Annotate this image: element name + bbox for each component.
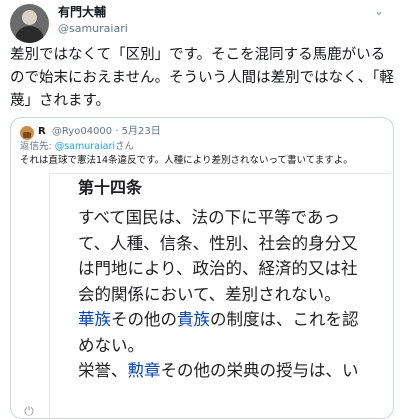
image-margin: ⏻ [11, 173, 48, 418]
quoted-tweet[interactable]: R @Ryo04000 · 5月23日 返信先: @samuraiariさん そ… [10, 117, 394, 419]
document-line: て、人種、信条、性別、社会的身分又 [78, 231, 383, 257]
document-line: 会的関係において、差別されない。 [78, 282, 383, 308]
quoted-user-name: R [38, 126, 46, 137]
document-line: は門地により、政治的、経済的又は社 [78, 256, 383, 282]
document-title: 第十四条 [78, 178, 143, 197]
quoted-user-handle: @Ryo04000 [51, 126, 113, 137]
avatar-body [15, 26, 44, 43]
document-body: すべて国民は、法の下に平等であっ て、人種、信条、性別、社会的身分又 は門地により、… [78, 205, 383, 384]
document-text: は門地により、政治的、経済的又は社 [78, 259, 358, 278]
tweet-text: 差別ではなくて「区別」です。そこを混同する馬鹿がいるので始末におえません。そうい… [10, 47, 394, 109]
tweet: 有門大輔 @samuraiari ⌄ 差別ではなくて「区別」です。そこを混同する… [0, 0, 401, 419]
document-link[interactable]: 貴族 [177, 310, 210, 329]
document-line: 栄誉、勲章その他の栄典の授与は、い [78, 358, 383, 384]
document-text: 栄誉、 [78, 361, 128, 380]
user-name[interactable]: 有門大輔 [58, 4, 106, 20]
reply-prefix: 返信先: [20, 141, 55, 152]
document-link[interactable]: 勲章 [128, 361, 161, 380]
document-link[interactable]: 華族 [78, 310, 111, 329]
attached-image-document[interactable]: 第十四条 すべて国民は、法の下に平等であっ て、人種、信条、性別、社会的身分又 は門… [49, 173, 390, 418]
quoted-text: それは直球で憲法14条違反です。人種により差別されないって書いてますよ。 [20, 155, 353, 166]
document-text: の制度は、これを認 [210, 310, 359, 329]
avatar-head [22, 10, 37, 25]
document-text: その他の栄典の授与は、い [160, 361, 359, 380]
document-text: て、人種、信条、性別、社会的身分又 [78, 233, 358, 253]
reply-mention-link[interactable]: @samuraiari [55, 141, 115, 152]
quoted-header: R @Ryo04000 · 5月23日 [38, 125, 161, 139]
document-line: 華族その他の貴族の制度は、これを認 [78, 307, 383, 333]
document-text: 会的関係において、差別されない。 [78, 284, 341, 304]
avatar[interactable] [10, 4, 49, 43]
quoted-avatar [20, 126, 34, 140]
quoted-date: · 5月23日 [115, 126, 161, 137]
reply-to: 返信先: @samuraiariさん [20, 140, 134, 153]
document-text: すべて国民は、法の下に平等であっ [78, 208, 341, 227]
document-line: めない。 [78, 333, 383, 359]
reply-suffix: さん [115, 141, 135, 152]
document-text: その他の [111, 310, 177, 329]
chevron-down-icon[interactable]: ⌄ [368, 2, 390, 20]
document-text: めない。 [78, 335, 144, 355]
power-icon: ⏻ [24, 404, 34, 418]
document-line: すべて国民は、法の下に平等であっ [78, 205, 383, 231]
user-handle[interactable]: @samuraiari [58, 22, 128, 36]
